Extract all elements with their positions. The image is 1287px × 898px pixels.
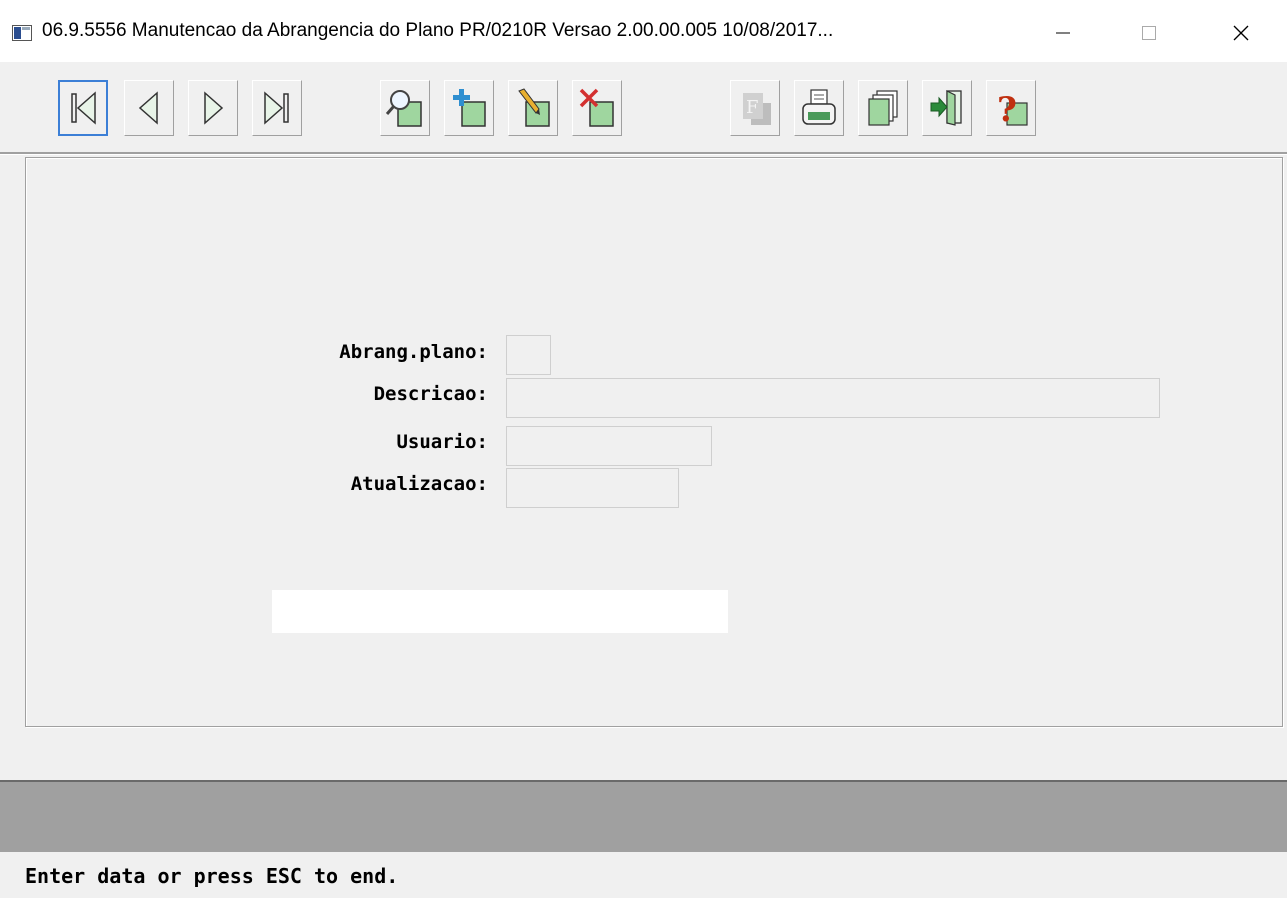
maximize-icon xyxy=(1142,26,1156,40)
edit-record-button[interactable] xyxy=(508,80,558,136)
help-button[interactable]: ? xyxy=(986,80,1036,136)
help-icon: ? xyxy=(997,90,1028,129)
last-record-icon xyxy=(264,91,289,125)
close-button[interactable] xyxy=(1218,14,1264,52)
print-button[interactable] xyxy=(794,80,844,136)
delete-record-icon xyxy=(579,88,614,127)
previous-record-button[interactable] xyxy=(124,80,174,136)
add-record-button[interactable] xyxy=(444,80,494,136)
info-box xyxy=(272,590,728,633)
abrang-plano-field[interactable] xyxy=(506,335,551,375)
search-icon xyxy=(385,90,422,127)
usuario-field[interactable] xyxy=(506,426,712,466)
toolbar-divider xyxy=(0,152,1287,155)
exit-icon xyxy=(930,90,962,126)
next-record-icon xyxy=(204,91,224,125)
last-record-button[interactable] xyxy=(252,80,302,136)
maximize-button[interactable] xyxy=(1126,14,1172,52)
exit-button[interactable] xyxy=(922,80,972,136)
atualizacao-label: Atualizacao: xyxy=(350,473,488,495)
descricao-label: Descricao: xyxy=(373,383,488,405)
minimize-button[interactable] xyxy=(1040,14,1086,52)
delete-record-button[interactable] xyxy=(572,80,622,136)
copy-icon xyxy=(868,90,898,126)
first-record-button[interactable] xyxy=(58,80,108,136)
close-icon xyxy=(1233,25,1249,41)
descricao-field[interactable] xyxy=(506,378,1160,418)
svg-text:F: F xyxy=(746,97,759,118)
status-message: Enter data or press ESC to end. xyxy=(25,864,399,888)
title-bar: 06.9.5556 Manutencao da Abrangencia do P… xyxy=(0,0,1287,62)
next-record-button[interactable] xyxy=(188,80,238,136)
minimize-icon xyxy=(1056,32,1070,34)
add-record-icon xyxy=(453,89,486,127)
copy-button[interactable] xyxy=(858,80,908,136)
window-title: 06.9.5556 Manutencao da Abrangencia do P… xyxy=(42,20,834,41)
app-window-icon xyxy=(12,25,32,41)
atualizacao-field[interactable] xyxy=(506,468,679,508)
search-button[interactable] xyxy=(380,80,430,136)
previous-record-icon xyxy=(138,91,158,125)
first-record-icon xyxy=(71,91,96,125)
abrang-plano-label: Abrang.plano: xyxy=(339,341,488,363)
usuario-label: Usuario: xyxy=(396,431,488,453)
print-icon xyxy=(802,89,836,125)
message-bar xyxy=(0,780,1287,852)
edit-record-icon xyxy=(518,88,550,127)
svg-text:?: ? xyxy=(997,90,1017,129)
filter-button[interactable]: F xyxy=(730,80,780,136)
filter-icon: F xyxy=(743,93,771,125)
